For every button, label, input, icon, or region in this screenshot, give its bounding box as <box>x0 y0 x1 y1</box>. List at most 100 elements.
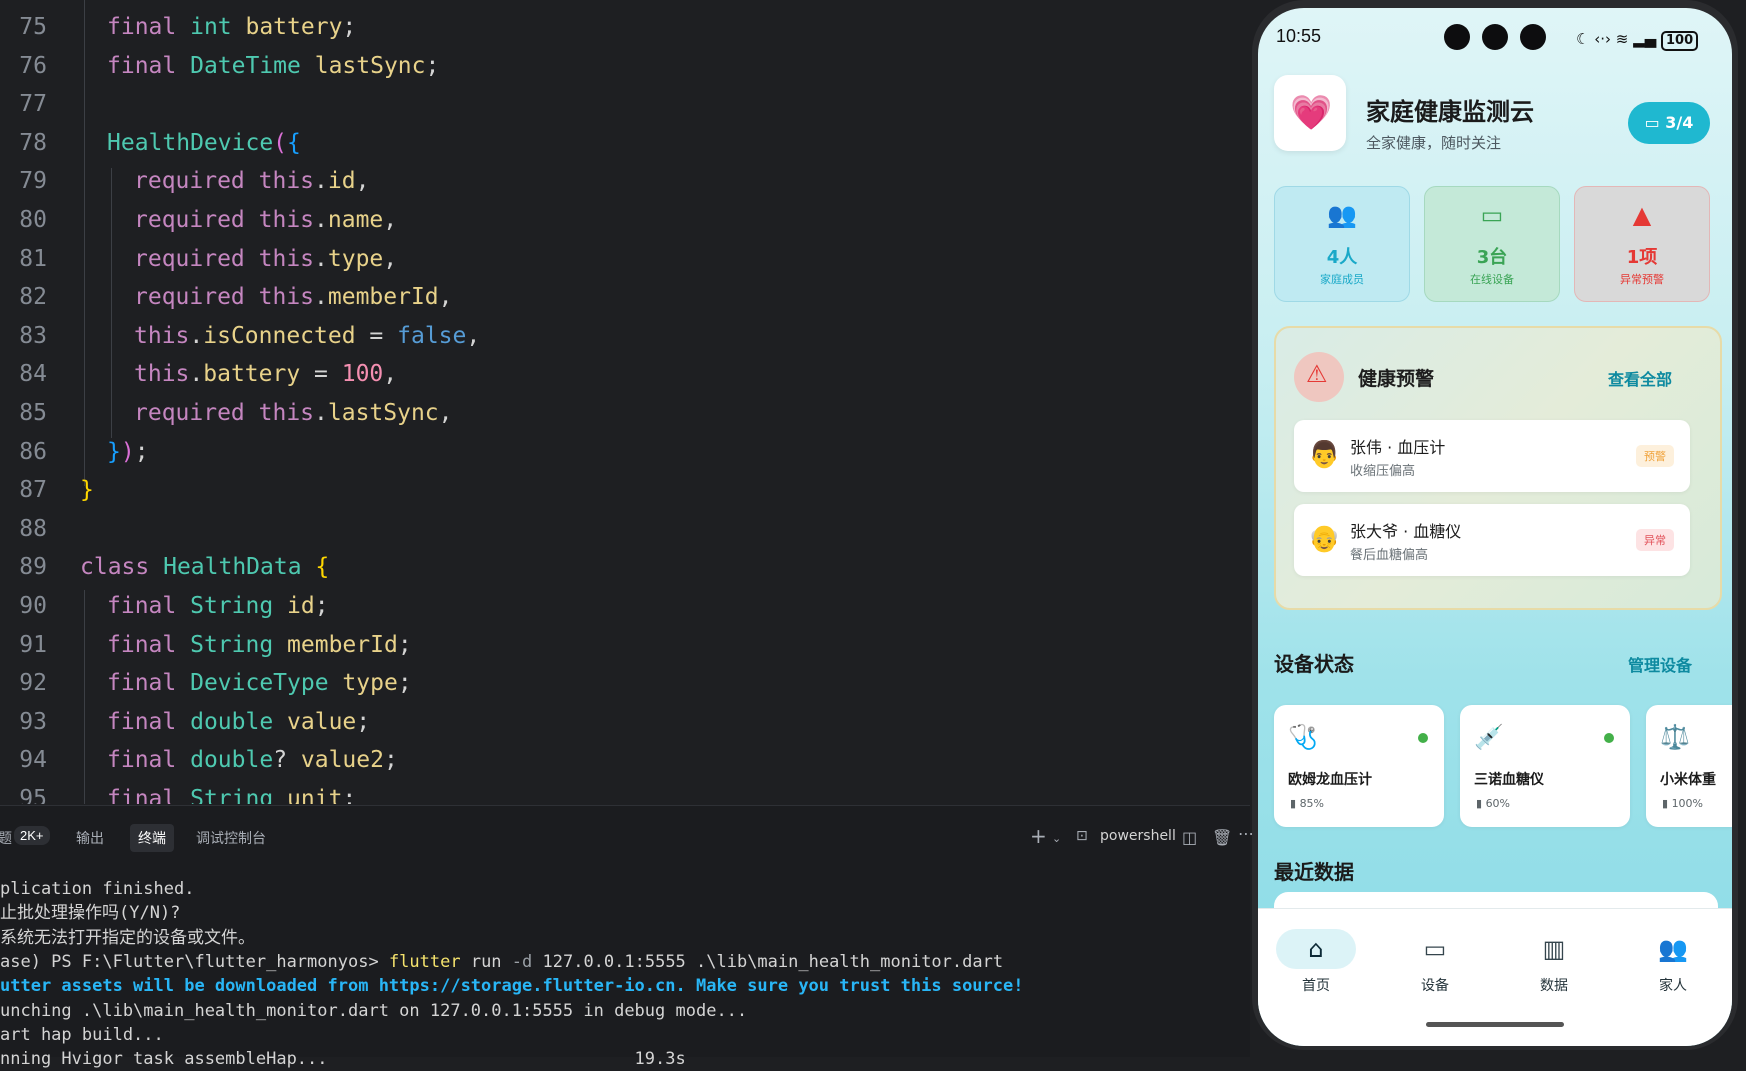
trash-icon[interactable]: 🗑 <box>1212 828 1232 847</box>
code-token: final <box>107 52 191 79</box>
nav-item-home[interactable]: ⌂ 首页 <box>1266 929 1366 995</box>
code-token: class <box>80 554 164 581</box>
battery-indicator: 100 <box>1661 31 1699 51</box>
code-token: , <box>355 168 370 195</box>
stat-online-devices[interactable]: ▭ 3台 在线设备 <box>1424 186 1560 302</box>
device-card[interactable]: ⚖️ 小米体重 ▮ 100% <box>1646 705 1732 827</box>
alert-item-desc: 收缩压偏高 <box>1350 464 1416 479</box>
alert-item[interactable]: 👨 张伟 · 血压计 收缩压偏高 预警 <box>1294 420 1690 492</box>
devices-icon: ▭ <box>1480 201 1504 229</box>
nav-item-data[interactable]: ▥ 数据 <box>1504 929 1604 995</box>
device-count-pill[interactable]: ▭ 3/4 <box>1628 102 1710 144</box>
device-section-title: 设备状态 <box>1274 652 1354 676</box>
line-number: 78 <box>19 129 47 156</box>
code-token: value <box>287 708 357 735</box>
code-token: battery <box>245 14 343 40</box>
avatar: 👴 <box>1308 524 1341 554</box>
device-battery: ▮ 85% <box>1290 797 1324 810</box>
code-token: ( <box>273 129 288 156</box>
device-name: 欧姆龙血压计 <box>1288 772 1372 788</box>
code-token: ; <box>342 14 357 40</box>
code-token: . <box>314 284 328 311</box>
alert-item[interactable]: 👴 张大爷 · 血糖仪 餐后血糖偏高 异常 <box>1294 504 1690 576</box>
code-token: this <box>258 207 315 233</box>
terminal-line: utter assets will be downloaded from htt… <box>0 975 1024 998</box>
new-terminal-icon[interactable]: + <box>1030 824 1047 848</box>
code-token: battery <box>203 361 301 388</box>
code-token: . <box>314 245 328 272</box>
code-token: ; <box>356 708 371 735</box>
code-token: this <box>258 400 315 426</box>
manage-devices-link[interactable]: 管理设备 <box>1628 652 1692 676</box>
code-text: required this.name, <box>134 201 397 239</box>
tab-terminal[interactable]: 终端 <box>130 824 174 852</box>
status-time: 10:55 <box>1276 26 1322 46</box>
line-number: 77 <box>19 91 47 118</box>
device-card[interactable]: 🩺 欧姆龙血压计 ▮ 85% <box>1274 705 1444 827</box>
code-token: lastSync <box>314 52 426 79</box>
stat-family-members[interactable]: 👥 4人 家庭成员 <box>1274 186 1410 302</box>
code-token: ; <box>342 786 357 804</box>
terminal-line: ase) PS F:\Flutter\flutter_harmonyos> fl… <box>0 951 1003 974</box>
terminal-text: art hap build... <box>0 1024 164 1045</box>
code-token: . <box>314 400 328 426</box>
terminal-text: 止批处理操作吗(Y/N)? <box>0 903 181 924</box>
code-editor[interactable]: 75 final int battery; 76 final DateTime las… <box>0 0 1250 804</box>
shell-selector[interactable]: powershell <box>1100 828 1176 844</box>
code-token: } <box>80 477 94 504</box>
tab-debug-console[interactable]: 调试控制台 <box>196 828 266 848</box>
stat-abnormal-alerts[interactable]: ▲ 1项 异常预警 <box>1574 186 1710 302</box>
code-token: . <box>314 168 328 195</box>
code-token: , <box>383 207 398 233</box>
app-title: 家庭健康监测云 <box>1366 98 1534 126</box>
device-battery: ▮ 60% <box>1476 797 1510 810</box>
code-token: HealthData <box>163 554 316 581</box>
code-icon: ‹·› <box>1594 30 1611 48</box>
device-count: 3/4 <box>1665 113 1694 132</box>
split-terminal-icon[interactable]: ◫ <box>1182 828 1197 847</box>
alert-item-name: 张大爷 · 血糖仪 <box>1350 522 1462 541</box>
line-number: 76 <box>19 52 47 79</box>
home-indicator[interactable] <box>1426 1022 1564 1027</box>
alert-section-title: 健康预警 <box>1358 368 1435 390</box>
view-all-link[interactable]: 查看全部 <box>1608 366 1672 390</box>
code-token: id <box>327 168 356 195</box>
terminal-line: nning Hvigor task assembleHap... 19.3s <box>0 1048 686 1071</box>
device-name: 小米体重 <box>1660 772 1716 788</box>
warning-icon: ▲ <box>1632 201 1652 229</box>
code-token: required <box>134 245 259 272</box>
code-text: HealthDevice({ <box>107 124 301 162</box>
code-token: ; <box>425 52 440 79</box>
code-token: final <box>107 786 191 804</box>
code-token: ; <box>314 593 329 619</box>
code-token: required <box>134 284 259 311</box>
nav-label: 首页 <box>1302 978 1330 994</box>
device-card[interactable]: 💉 三诺血糖仪 ▮ 60% <box>1460 705 1630 827</box>
stat-label: 异常预警 <box>1620 273 1664 286</box>
nav-item-family[interactable]: 👥 家人 <box>1623 929 1723 995</box>
nav-label: 家人 <box>1659 978 1687 994</box>
terminal-line: art hap build... <box>0 1024 164 1047</box>
stat-label: 在线设备 <box>1470 273 1514 286</box>
line-number: 95 <box>19 786 47 804</box>
code-token: isConnected <box>203 322 356 349</box>
family-icon: 👥 <box>1658 935 1688 963</box>
warning-icon: ⚠ <box>1306 360 1328 388</box>
devices-icon: ▭ <box>1644 113 1660 132</box>
code-token: . <box>189 322 204 349</box>
line-number: 91 <box>19 631 47 658</box>
panel-tab-bar: 题 2K+ 输出 终端 调试控制台 + ⌄ ⊡ powershell ◫ 🗑 ⋯ <box>0 806 1254 870</box>
camera-icon <box>1520 24 1546 50</box>
terminal-text: flutter <box>388 951 461 972</box>
alert-item-desc: 餐后血糖偏高 <box>1350 548 1429 563</box>
chevron-down-icon[interactable]: ⌄ <box>1052 832 1061 845</box>
tab-output[interactable]: 输出 <box>76 828 104 848</box>
line-number: 86 <box>19 438 47 465</box>
line-number: 90 <box>19 593 47 619</box>
indent-guide <box>84 0 85 486</box>
stethoscope-icon: 🩺 <box>1288 723 1318 751</box>
chart-icon: ▥ <box>1542 935 1566 963</box>
code-token: , <box>438 284 453 311</box>
tab-problems[interactable]: 题 <box>0 828 12 848</box>
nav-item-devices[interactable]: ▭ 设备 <box>1385 929 1485 995</box>
